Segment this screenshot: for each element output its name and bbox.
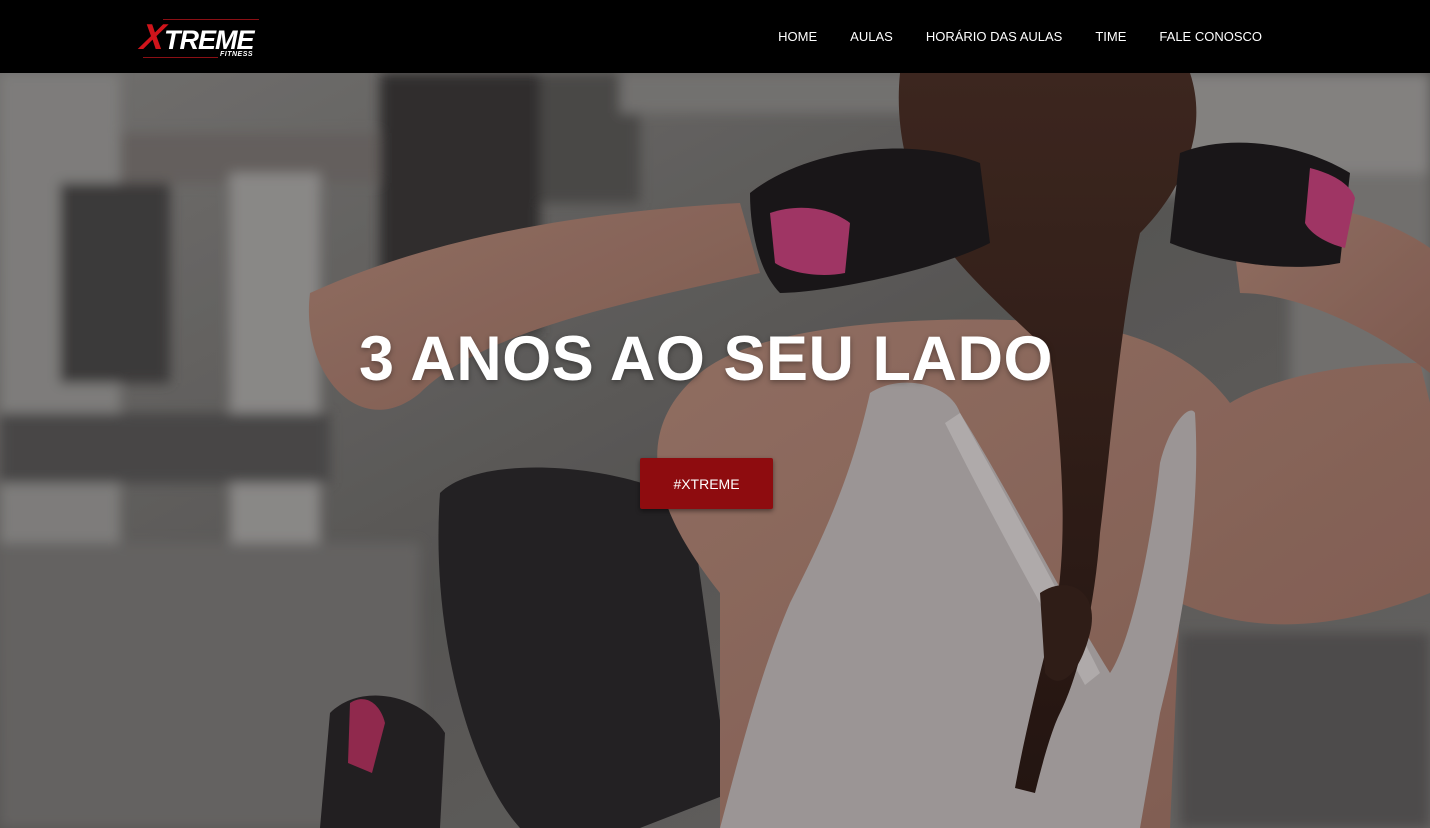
hero-dark-overlay — [0, 73, 1430, 828]
logo-subtitle: FITNESS — [220, 51, 254, 58]
hero-xtreme-button[interactable]: #XTREME — [640, 458, 773, 509]
nav-item-aulas[interactable]: AULAS — [850, 29, 893, 44]
main-navigation: HOME AULAS HORÁRIO DAS AULAS TIME FALE C… — [778, 29, 1262, 44]
nav-item-time[interactable]: TIME — [1095, 29, 1126, 44]
logo-accent-line — [163, 19, 259, 20]
site-header: XTREME FITNESS HOME AULAS HORÁRIO DAS AU… — [0, 0, 1430, 73]
nav-item-home[interactable]: HOME — [778, 29, 817, 44]
hero-title: 3 ANOS AO SEU LADO — [359, 324, 1053, 394]
logo-x-letter: X — [138, 16, 167, 57]
nav-item-fale-conosco[interactable]: FALE CONOSCO — [1159, 29, 1262, 44]
xtreme-fitness-logo[interactable]: XTREME FITNESS — [138, 16, 261, 62]
logo-underline — [143, 57, 218, 58]
nav-item-horario-das-aulas[interactable]: HORÁRIO DAS AULAS — [926, 29, 1063, 44]
hero-section: 3 ANOS AO SEU LADO #XTREME — [0, 73, 1430, 828]
